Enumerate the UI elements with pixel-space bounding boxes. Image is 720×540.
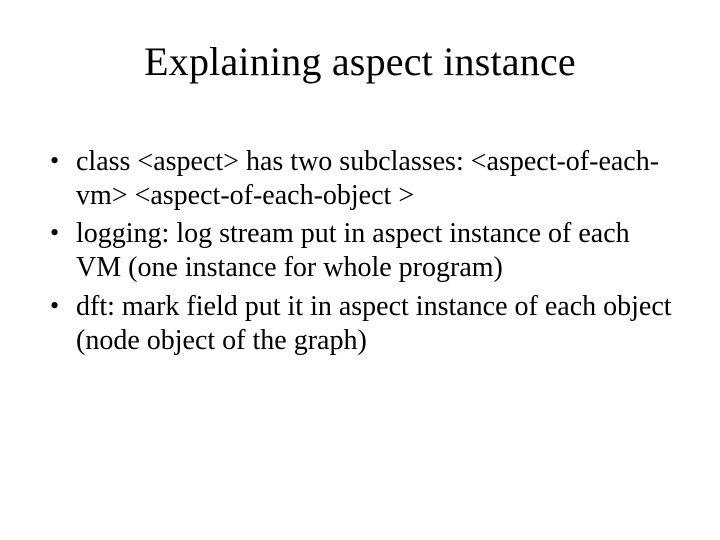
slide: Explaining aspect instance class <aspect…	[0, 0, 720, 540]
bullet-item: class <aspect> has two subclasses: <aspe…	[46, 145, 674, 213]
bullet-list: class <aspect> has two subclasses: <aspe…	[40, 145, 680, 358]
bullet-item: logging: log stream put in aspect instan…	[46, 217, 674, 285]
slide-title: Explaining aspect instance	[40, 38, 680, 85]
bullet-item: dft: mark field put it in aspect instanc…	[46, 290, 674, 358]
